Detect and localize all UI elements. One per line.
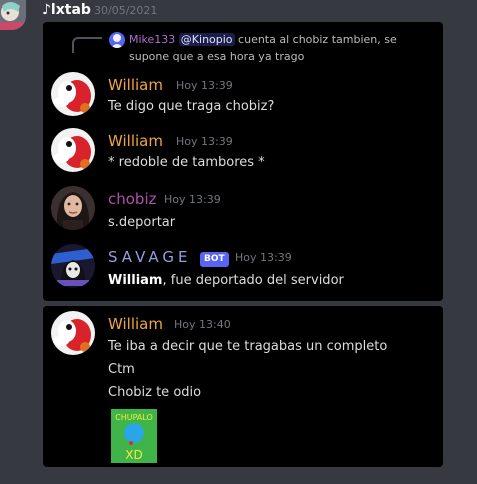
avatar[interactable] (51, 186, 95, 230)
author-name[interactable]: SAVAGE (108, 248, 192, 266)
timestamp: Hoy 13:39 (176, 79, 233, 92)
image-top-text: CHUPALO (115, 413, 153, 422)
author-name[interactable]: ♪lxtab (42, 2, 91, 18)
reply-avatar (109, 32, 125, 48)
author-name[interactable]: William (108, 132, 163, 150)
timestamp: 30/05/2021 (94, 4, 158, 17)
message: William Hoy 13:39 * redoble de tambores … (43, 128, 443, 178)
message-text: Ctm (108, 362, 135, 377)
avatar[interactable] (51, 72, 95, 116)
message-text: William, fue deportado del servidor (108, 273, 344, 288)
message-header: ♪lxtab 30/05/2021 (0, 0, 477, 30)
message-text: * redoble de tambores * (108, 155, 265, 170)
message-text: Chobiz te odio (108, 385, 202, 400)
reply-connector (72, 37, 102, 53)
avatar[interactable] (51, 311, 95, 355)
reply-preview[interactable]: Mike133 @Kinopio cuenta al chobiz tambie… (129, 31, 434, 65)
author-avatar[interactable] (0, 0, 26, 30)
timestamp: Hoy 13:39 (164, 193, 221, 206)
timestamp: Hoy 13:40 (174, 318, 231, 331)
mentioned-user: William (108, 273, 163, 288)
message-text: Te iba a decir que te tragabas un comple… (108, 339, 388, 354)
timestamp: Hoy 13:39 (235, 251, 292, 264)
message: William Hoy 13:39 Te digo que traga chob… (43, 72, 443, 122)
message-group: Mike133 @Kinopio cuenta al chobiz tambie… (43, 22, 443, 301)
timestamp: Hoy 13:39 (176, 135, 233, 148)
author-name[interactable]: chobiz (108, 190, 157, 208)
reply-author[interactable]: Mike133 (129, 33, 175, 46)
message: SAVAGE Hoy 13:39 William, fue deportado … (43, 244, 443, 294)
message-group: William Hoy 13:40 Te iba a decir que te … (43, 306, 443, 467)
message-text: Te digo que traga chobiz? (108, 99, 275, 114)
message-text: s.deportar (108, 215, 176, 230)
avatar[interactable] (51, 128, 95, 172)
mention[interactable]: @Kinopio (178, 33, 235, 46)
author-name[interactable]: William (108, 76, 163, 94)
message: chobiz Hoy 13:39 s.deportar (43, 186, 443, 236)
attached-image[interactable]: CHUPALO XD (111, 409, 157, 463)
image-bottom-text: XD (125, 448, 142, 462)
message: William Hoy 13:40 Te iba a decir que te … (43, 311, 443, 463)
bot-badge: BOT (200, 252, 229, 267)
avatar[interactable] (51, 244, 95, 288)
author-name[interactable]: William (108, 315, 163, 333)
